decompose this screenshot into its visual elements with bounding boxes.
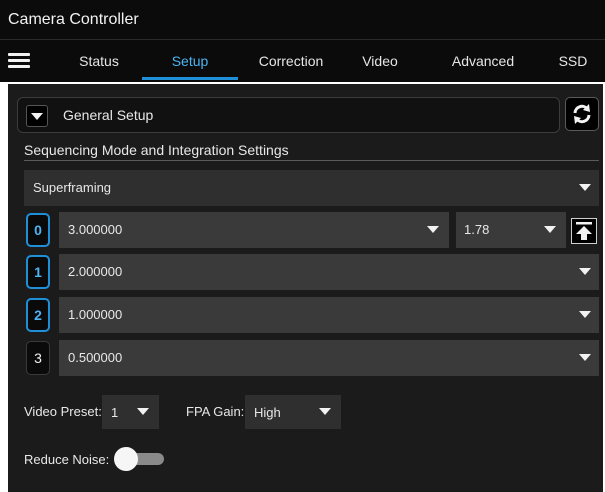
row0-secondary-select[interactable]: 1.78 (456, 212, 566, 248)
page-select[interactable]: General Setup (17, 97, 560, 133)
fpa-gain-select[interactable]: High (245, 395, 341, 429)
chevron-down-icon (26, 105, 48, 127)
integration-select-3[interactable]: 0.500000 (59, 340, 599, 376)
chevron-down-icon (427, 226, 439, 233)
row0-secondary-value: 1.78 (464, 222, 490, 237)
fpa-gain-value: High (254, 405, 281, 420)
chevron-down-icon (579, 311, 591, 318)
chevron-down-icon (579, 184, 591, 191)
chevron-down-icon (319, 408, 331, 415)
video-preset-value: 1 (111, 405, 119, 420)
tab-advanced[interactable]: Advanced (438, 40, 528, 82)
integration-index-0[interactable]: 0 (26, 213, 50, 247)
tab-correction[interactable]: Correction (246, 40, 336, 82)
integration-select-0[interactable]: 3.000000 (59, 212, 449, 248)
page-select-value: General Setup (63, 107, 154, 123)
integration-value-3: 0.500000 (68, 350, 123, 365)
integration-index-3[interactable]: 3 (26, 341, 50, 375)
integration-select-1[interactable]: 2.000000 (59, 254, 599, 290)
window-title: Camera Controller (8, 11, 139, 28)
title-bar: Camera Controller (0, 0, 605, 40)
sequencing-mode-select[interactable]: Superframing (24, 170, 599, 206)
tab-status[interactable]: Status (60, 40, 138, 82)
arrow-to-top-icon (576, 222, 592, 240)
tab-setup[interactable]: Setup (142, 40, 238, 82)
chevron-down-icon (579, 268, 591, 275)
fpa-gain-label: FPA Gain: (186, 404, 245, 419)
reduce-noise-toggle[interactable] (114, 447, 164, 471)
chevron-down-icon (579, 354, 591, 361)
integration-value-0: 3.000000 (68, 222, 123, 237)
chevron-down-icon (544, 226, 556, 233)
section-title: Sequencing Mode and Integration Settings (24, 142, 289, 158)
reduce-noise-label: Reduce Noise: (24, 452, 110, 467)
section-divider (24, 160, 599, 161)
tab-video[interactable]: Video (350, 40, 410, 82)
refresh-icon (573, 104, 591, 124)
move-to-top-button[interactable] (571, 218, 597, 244)
chevron-down-icon (137, 408, 149, 415)
integration-value-2: 1.000000 (68, 307, 123, 322)
tab-ssd[interactable]: SSD (548, 40, 598, 82)
integration-index-2[interactable]: 2 (26, 298, 50, 332)
refresh-button[interactable] (565, 97, 599, 131)
menu-icon[interactable] (8, 53, 30, 69)
video-preset-select[interactable]: 1 (102, 395, 159, 429)
nav-bar: Status Setup Correction Video Advanced S… (0, 40, 605, 82)
integration-value-1: 2.000000 (68, 264, 123, 279)
sequencing-mode-value: Superframing (33, 180, 112, 195)
integration-index-1[interactable]: 1 (26, 255, 50, 289)
toggle-knob (114, 447, 138, 471)
integration-select-2[interactable]: 1.000000 (59, 297, 599, 333)
video-preset-label: Video Preset: (24, 404, 102, 419)
